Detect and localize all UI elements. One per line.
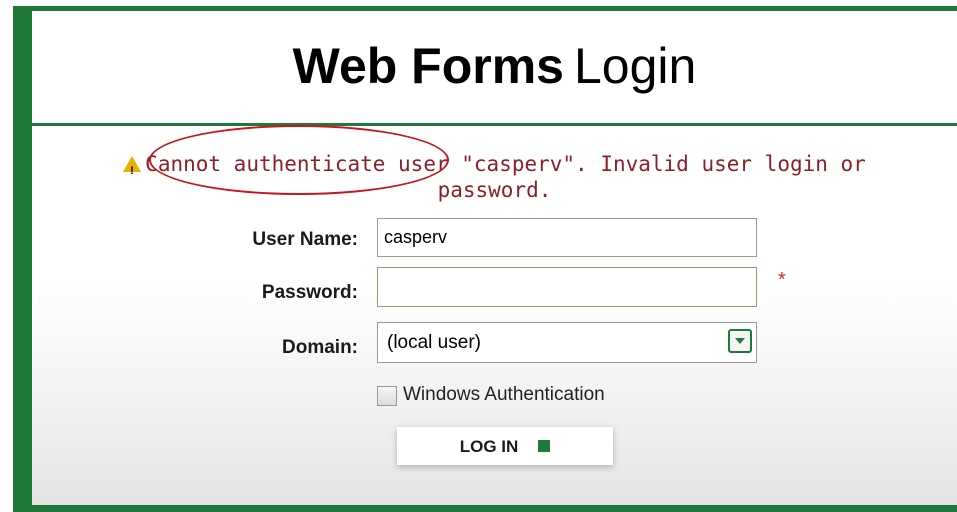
page: Web FormsLogin Cannot authenticate user … (0, 0, 957, 512)
windows-auth-label[interactable]: Windows Authentication (403, 384, 605, 406)
login-header: Web Forms Login (32, 11, 957, 126)
error-message: Cannot authenticate user "casperv". Inva… (92, 151, 897, 203)
title-login: Login (574, 38, 697, 94)
login-panel: Web FormsLogin Cannot authenticate user … (32, 11, 957, 505)
username-input[interactable] (377, 218, 757, 257)
domain-label: Domain: (282, 337, 358, 358)
domain-row: Domain: (local user) (32, 321, 957, 363)
password-label: Password: (261, 282, 358, 303)
warning-icon (123, 156, 142, 184)
username-label: User Name: (252, 229, 358, 250)
login-button[interactable]: LOG IN (397, 427, 613, 465)
windows-auth-row: Windows Authentication (32, 379, 957, 419)
username-row: User Name: (32, 214, 957, 257)
page-title: Web Forms Login (32, 36, 957, 96)
password-row: Password: * (32, 266, 957, 307)
square-icon (538, 440, 551, 452)
chevron-down-icon[interactable] (728, 329, 752, 353)
title-brand: Web Forms (292, 38, 564, 94)
windows-auth-checkbox[interactable] (377, 386, 397, 406)
domain-select[interactable]: (local user) (377, 322, 757, 363)
login-button-label: LOG IN (459, 437, 519, 456)
error-text: Cannot authenticate user "casperv". Inva… (145, 152, 866, 202)
required-marker: * (778, 269, 786, 291)
password-input[interactable] (377, 267, 757, 307)
login-frame: Web FormsLogin Cannot authenticate user … (13, 6, 957, 512)
domain-selected-value: (local user) (387, 332, 481, 353)
